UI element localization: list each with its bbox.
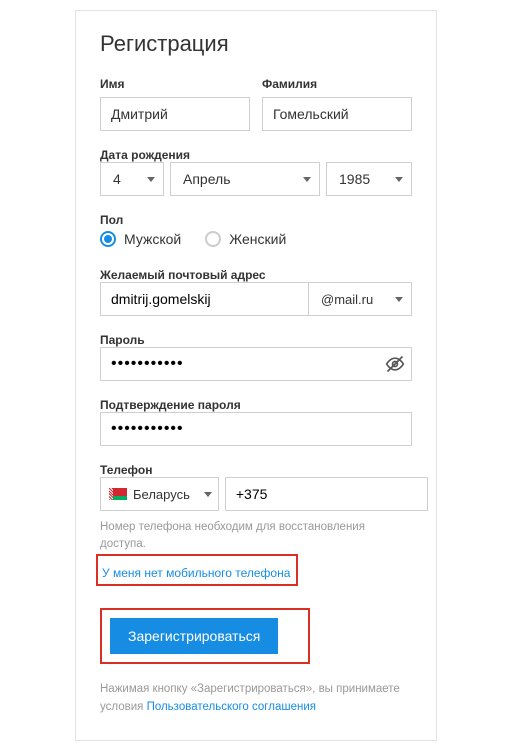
email-domain-value: @mail.ru bbox=[321, 292, 373, 307]
annotation-highlight: У меня нет мобильного телефона bbox=[96, 554, 298, 586]
phone-section: Телефон Беларусь Номер телефона необходи… bbox=[100, 462, 412, 582]
dob-month-value: Апрель bbox=[183, 171, 231, 187]
dob-year-value: 1985 bbox=[339, 171, 370, 187]
phone-hint: Номер телефона необходим для восстановле… bbox=[100, 519, 412, 554]
chevron-down-icon bbox=[204, 492, 212, 497]
dob-section: Дата рождения 4 Апрель 1985 bbox=[100, 147, 412, 196]
agreement-link[interactable]: Пользовательского соглашения bbox=[147, 701, 316, 713]
last-name-input[interactable] bbox=[262, 97, 412, 131]
terms-footer: Нажимая кнопку «Зарегистрироваться», вы … bbox=[100, 680, 412, 717]
name-row: Имя Фамилия bbox=[100, 77, 412, 131]
email-label: Желаемый почтовый адрес bbox=[100, 268, 266, 282]
password-section: Пароль bbox=[100, 332, 412, 381]
dob-year-select[interactable]: 1985 bbox=[326, 162, 412, 196]
chevron-down-icon bbox=[395, 177, 403, 182]
password-confirm-input[interactable] bbox=[100, 412, 412, 446]
gender-section: Пол Мужской Женский bbox=[100, 212, 412, 251]
last-name-field-wrap: Фамилия bbox=[262, 77, 412, 131]
password-input[interactable] bbox=[100, 347, 412, 381]
dob-label: Дата рождения bbox=[100, 148, 190, 162]
last-name-label: Фамилия bbox=[262, 77, 412, 91]
email-row: @mail.ru bbox=[100, 282, 412, 316]
phone-row: Беларусь bbox=[100, 477, 412, 511]
flag-belarus-icon bbox=[109, 488, 127, 500]
eye-slash-icon[interactable] bbox=[384, 353, 406, 375]
phone-label: Телефон bbox=[100, 463, 152, 477]
chevron-down-icon bbox=[395, 297, 403, 302]
no-phone-link[interactable]: У меня нет мобильного телефона bbox=[102, 566, 290, 580]
first-name-input[interactable] bbox=[100, 97, 250, 131]
registration-form: Регистрация Имя Фамилия Дата рождения 4 … bbox=[75, 10, 437, 741]
dob-month-select[interactable]: Апрель bbox=[170, 162, 320, 196]
password-label: Пароль bbox=[100, 333, 145, 347]
gender-label: Пол bbox=[100, 213, 123, 227]
gender-female-radio[interactable]: Женский bbox=[205, 231, 286, 247]
dob-day-value: 4 bbox=[113, 171, 121, 187]
chevron-down-icon bbox=[147, 177, 155, 182]
register-button[interactable]: Зарегистрироваться bbox=[110, 618, 278, 654]
email-domain-select[interactable]: @mail.ru bbox=[308, 282, 412, 316]
radio-icon bbox=[205, 231, 221, 247]
radio-icon bbox=[100, 231, 116, 247]
annotation-highlight: Зарегистрироваться bbox=[100, 608, 310, 664]
gender-female-label: Женский bbox=[229, 231, 286, 247]
gender-row: Мужской Женский bbox=[100, 227, 412, 251]
email-local-input[interactable] bbox=[100, 282, 308, 316]
dob-day-select[interactable]: 4 bbox=[100, 162, 164, 196]
first-name-label: Имя bbox=[100, 77, 250, 91]
password-confirm-label: Подтверждение пароля bbox=[100, 398, 241, 412]
chevron-down-icon bbox=[303, 177, 311, 182]
page-title: Регистрация bbox=[100, 31, 412, 57]
phone-number-input[interactable] bbox=[225, 477, 428, 511]
phone-country-value: Беларусь bbox=[133, 487, 190, 502]
phone-country-select[interactable]: Беларусь bbox=[100, 477, 219, 511]
dob-row: 4 Апрель 1985 bbox=[100, 162, 412, 196]
gender-male-label: Мужской bbox=[124, 231, 181, 247]
first-name-field-wrap: Имя bbox=[100, 77, 250, 131]
gender-male-radio[interactable]: Мужской bbox=[100, 231, 181, 247]
password-confirm-section: Подтверждение пароля bbox=[100, 397, 412, 446]
email-section: Желаемый почтовый адрес @mail.ru bbox=[100, 267, 412, 316]
